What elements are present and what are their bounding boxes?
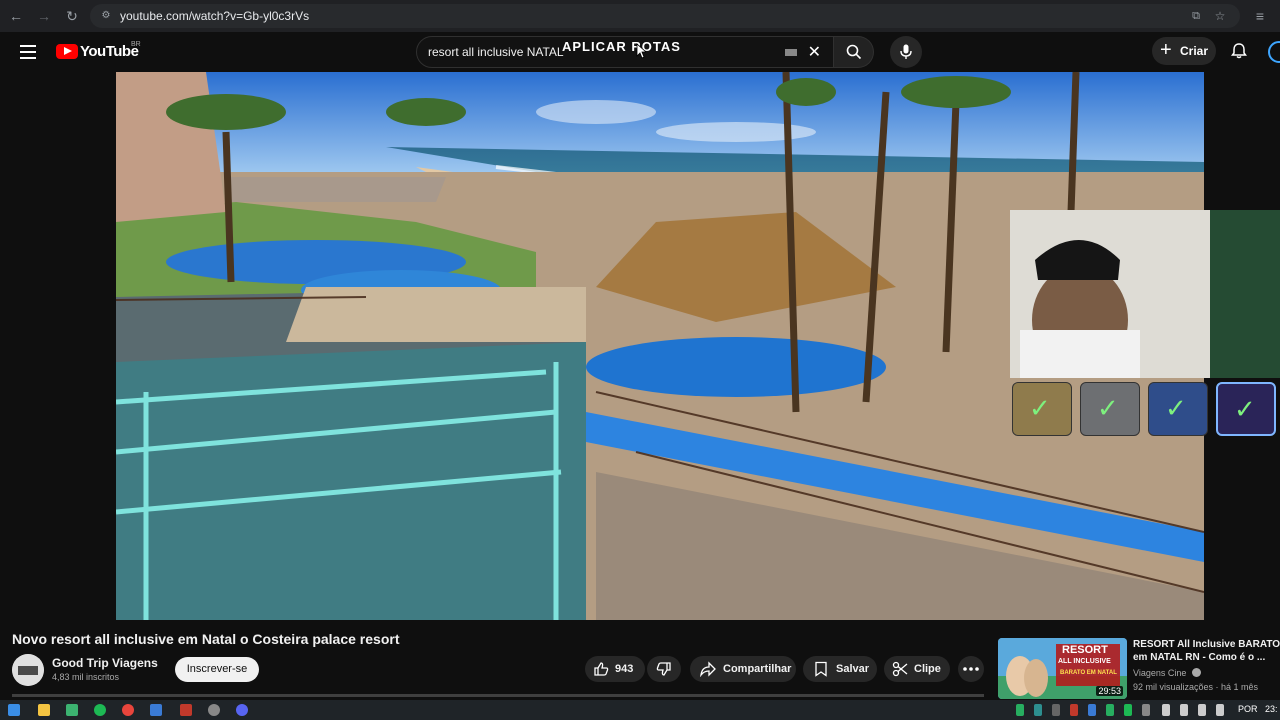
tray-icon[interactable]	[1070, 704, 1078, 716]
save-button[interactable]: Salvar	[803, 656, 877, 682]
share-icon	[700, 661, 716, 677]
forward-icon[interactable]: →	[36, 8, 52, 24]
app-icon[interactable]	[180, 704, 192, 716]
mic-icon	[900, 44, 912, 59]
bookmark-icon	[815, 661, 827, 677]
search-value: resort all inclusive NATAL	[428, 45, 564, 59]
volume-icon[interactable]	[1216, 704, 1224, 716]
recommended-thumbnail[interactable]: RESORT ALL INCLUSIVE BARATO EM NATAL 29:…	[998, 638, 1127, 699]
obs-icon[interactable]	[208, 704, 220, 716]
channel-name[interactable]: Good Trip Viagens	[52, 656, 158, 670]
thumb-text-all-inclusive: ALL INCLUSIVE	[1058, 658, 1111, 665]
scissors-icon	[892, 661, 908, 677]
app-icon[interactable]	[150, 704, 162, 716]
subscriber-count: 4,83 mil inscritos	[52, 672, 120, 682]
recommended-title[interactable]: RESORT All Inclusive BARATO em NATAL RN …	[1133, 638, 1280, 664]
youtube-header: YouTube BR resort all inclusive NATAL AP…	[0, 32, 1280, 72]
country-code: BR	[131, 41, 141, 48]
search-input[interactable]: resort all inclusive NATAL APLICAR ROTAS…	[416, 36, 834, 68]
dislike-button[interactable]	[647, 656, 681, 682]
subscribe-button[interactable]: Inscrever-se	[175, 657, 259, 682]
more-icon	[963, 667, 979, 671]
search-icon	[846, 44, 862, 60]
logo-text[interactable]: YouTube	[80, 43, 139, 60]
like-count: 943	[615, 663, 634, 675]
verified-icon	[1191, 668, 1201, 677]
recommended-channel-name: Viagens Cine	[1133, 668, 1187, 678]
microphone-icon[interactable]	[1162, 704, 1170, 716]
chrome-icon[interactable]	[122, 704, 134, 716]
file-explorer-icon[interactable]	[38, 704, 50, 716]
site-info-icon[interactable]: ⚙	[98, 8, 114, 24]
create-label: Criar	[1180, 44, 1209, 58]
share-label: Compartilhar	[723, 663, 792, 675]
thumb-text-barato: BARATO EM NATAL	[1060, 670, 1117, 676]
scroll-track	[12, 694, 984, 697]
tray-icon[interactable]	[1142, 704, 1150, 716]
tab-list-icon[interactable]: ≡	[1252, 8, 1268, 24]
recommended-meta: 92 mil visualizações · há 1 mês	[1133, 682, 1259, 692]
save-label: Salvar	[836, 663, 870, 675]
channel-avatar[interactable]	[12, 654, 44, 686]
os-taskbar: POR 23:	[0, 700, 1280, 720]
video-title: Novo resort all inclusive em Natal o Cos…	[12, 631, 400, 647]
mouse-cursor-icon	[636, 43, 646, 59]
usb-icon[interactable]	[1180, 704, 1188, 716]
overlay-title: APLICAR ROTAS	[562, 39, 681, 54]
voice-search-button[interactable]	[890, 36, 922, 68]
checkmark-icon: ✓	[1097, 393, 1119, 423]
search-button[interactable]	[834, 36, 874, 68]
network-icon[interactable]	[1198, 704, 1206, 716]
achievement-badge: ✓	[1012, 382, 1072, 436]
windows-start-icon[interactable]	[8, 704, 20, 716]
video-duration: 29:53	[1096, 686, 1123, 696]
tray-icon[interactable]	[1088, 704, 1096, 716]
achievement-badge: ✓	[1216, 382, 1276, 436]
like-button[interactable]: 943	[585, 656, 645, 682]
app-icon[interactable]	[66, 704, 78, 716]
achievement-badge: ✓	[1148, 382, 1208, 436]
tray-icon[interactable]	[1016, 704, 1024, 716]
input-language[interactable]: POR	[1238, 704, 1258, 714]
bookmark-star-icon[interactable]: ☆	[1212, 8, 1228, 24]
url-text: youtube.com/watch?v=Gb-yl0c3rVs	[120, 9, 310, 23]
bell-icon[interactable]	[1230, 42, 1248, 60]
clip-label: Clipe	[914, 663, 941, 675]
plus-icon: +	[1160, 39, 1172, 61]
install-icon[interactable]: ⧉	[1188, 8, 1204, 24]
achievement-badge: ✓	[1080, 382, 1140, 436]
tray-icon[interactable]	[1052, 704, 1060, 716]
menu-icon[interactable]	[20, 45, 36, 59]
tray-icon[interactable]	[1106, 704, 1114, 716]
spotify-icon[interactable]	[94, 704, 106, 716]
avatar[interactable]	[1268, 41, 1280, 63]
recommended-channel[interactable]: Viagens Cine	[1133, 668, 1201, 678]
thumbs-up-icon	[594, 662, 609, 676]
browser-toolbar: ← → ↻ ⚙ youtube.com/watch?v=Gb-yl0c3rVs …	[0, 0, 1280, 32]
keyboard-icon[interactable]	[785, 49, 797, 56]
youtube-logo[interactable]	[56, 44, 78, 59]
checkmark-icon: ✓	[1165, 393, 1187, 423]
discord-icon[interactable]	[236, 704, 248, 716]
reload-icon[interactable]: ↻	[64, 8, 80, 24]
checkmark-icon: ✓	[1029, 393, 1051, 423]
more-actions-button[interactable]	[958, 656, 984, 682]
thumb-text-resort: RESORT	[1062, 644, 1108, 656]
share-button[interactable]: Compartilhar	[690, 656, 796, 682]
clip-button[interactable]: Clipe	[884, 656, 950, 682]
tray-icon[interactable]	[1034, 704, 1042, 716]
clock[interactable]: 23:	[1265, 704, 1278, 714]
create-button[interactable]: + Criar	[1152, 37, 1216, 65]
webcam-overlay	[1010, 210, 1280, 378]
checkmark-icon: ✓	[1234, 394, 1256, 424]
address-bar[interactable]: ⚙ youtube.com/watch?v=Gb-yl0c3rVs ⧉ ☆	[90, 4, 1240, 28]
thumbs-down-icon	[656, 662, 671, 676]
tray-icon[interactable]	[1124, 704, 1132, 716]
back-icon[interactable]: ←	[8, 8, 24, 24]
clear-icon[interactable]: ✕	[808, 42, 821, 62]
